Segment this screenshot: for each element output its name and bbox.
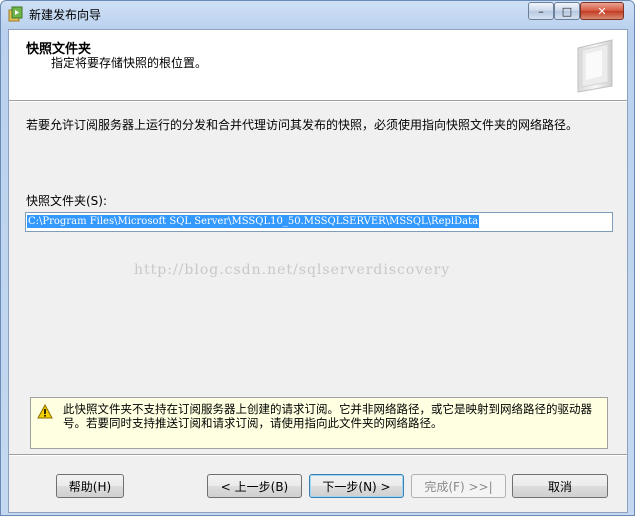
wizard-window: 新建发布向导 – □ ✕ 快照文件夹 指定将要存储快照的根位置。 若要允许订阅服… — [0, 0, 635, 516]
footer-divider — [9, 454, 627, 456]
snapshot-folder-value[interactable]: C:\Program Files\Microsoft SQL Server\MS… — [27, 215, 480, 228]
maximize-icon: □ — [561, 4, 573, 18]
snapshot-folder-label: 快照文件夹(S): — [26, 194, 108, 208]
close-button[interactable]: ✕ — [580, 2, 624, 20]
minimize-button[interactable]: – — [528, 2, 554, 20]
app-icon — [8, 6, 23, 22]
description-text: 若要允许订阅服务器上运行的分发和合并代理访问其发布的快照，必须使用指向快照文件夹… — [26, 118, 579, 132]
finish-button[interactable]: 完成(F) >>| — [411, 474, 506, 498]
warning-panel: 此快照文件夹不支持在订阅服务器上创建的请求订阅。它并非网络路径，或它是映射到网络… — [30, 397, 608, 449]
back-button[interactable]: < 上一步(B) — [207, 474, 302, 498]
wizard-header: 快照文件夹 指定将要存储快照的根位置。 — [9, 30, 627, 100]
next-button[interactable]: 下一步(N) > — [309, 474, 404, 498]
warning-text: 此快照文件夹不支持在订阅服务器上创建的请求订阅。它并非网络路径，或它是映射到网络… — [63, 402, 592, 430]
wizard-banner-icon — [577, 39, 613, 93]
cancel-button[interactable]: 取消 — [512, 474, 608, 498]
warning-triangle-icon — [37, 404, 53, 419]
window-title: 新建发布向导 — [29, 8, 102, 22]
maximize-button[interactable]: □ — [554, 2, 580, 20]
header-divider — [9, 100, 627, 102]
title-bar[interactable]: 新建发布向导 – □ ✕ — [1, 1, 634, 27]
page-subtitle: 指定将要存储快照的根位置。 — [51, 56, 208, 70]
close-icon: ✕ — [597, 4, 607, 18]
minimize-icon: – — [538, 4, 544, 18]
wizard-client-area: 快照文件夹 指定将要存储快照的根位置。 若要允许订阅服务器上运行的分发和合并代理… — [8, 29, 628, 513]
watermark-text: http://blog.csdn.net/sqlserverdiscovery — [134, 262, 451, 278]
help-button[interactable]: 帮助(H) — [56, 474, 124, 498]
